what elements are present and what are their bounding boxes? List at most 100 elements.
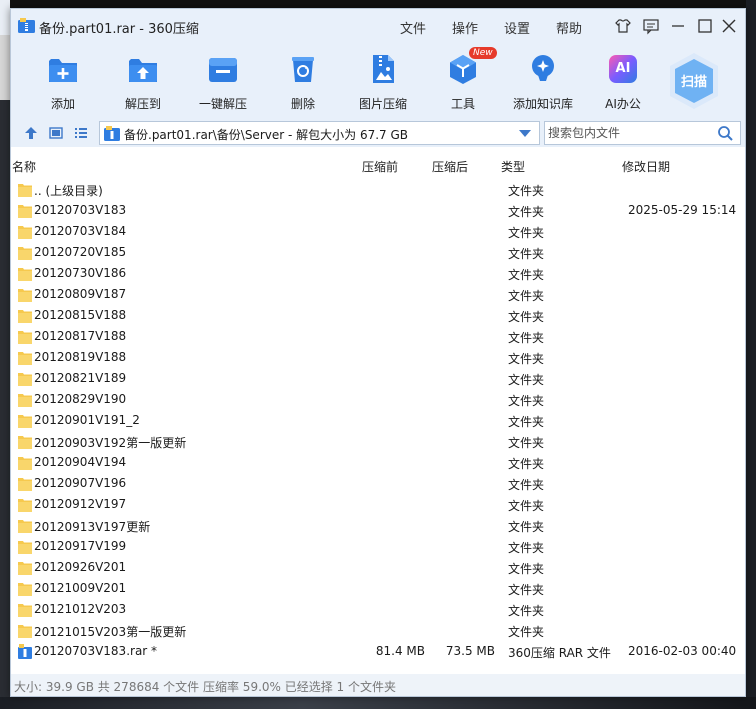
folder-icon — [18, 583, 32, 596]
file-type: 文件夹 — [508, 352, 545, 366]
folder-icon — [18, 226, 32, 239]
column-compressed-before[interactable]: 压缩前 — [362, 158, 398, 175]
list-item[interactable]: 20120819V188 文件夹 — [11, 347, 745, 368]
skin-shirt-icon[interactable] — [613, 16, 633, 36]
list-item[interactable]: 20120901V191_2 文件夹 — [11, 410, 745, 431]
close-icon[interactable] — [719, 16, 739, 36]
folder-icon — [18, 541, 32, 554]
minimize-icon[interactable] — [668, 16, 688, 36]
list-item[interactable]: 20120912V197 文件夹 — [11, 494, 745, 515]
desktop-background-bottom — [0, 697, 756, 709]
address-bar[interactable]: 备份.part01.rar\备份\Server - 解包大小为 67.7 GB — [99, 121, 540, 145]
desktop-background-left — [0, 0, 10, 709]
list-item[interactable]: 20120703V183 文件夹 2025-05-29 15:14 — [11, 200, 745, 221]
folder-icon — [18, 520, 32, 533]
menu-operation[interactable]: 操作 — [452, 18, 478, 37]
list-item[interactable]: 20120817V188 文件夹 — [11, 326, 745, 347]
folder-icon — [18, 394, 32, 407]
list-item[interactable]: 20121012V203 文件夹 — [11, 599, 745, 620]
rar-file-icon — [18, 644, 32, 659]
list-item[interactable]: 20120907V196 文件夹 — [11, 473, 745, 494]
file-type: 文件夹 — [508, 184, 545, 198]
list-item[interactable]: 20120917V199 文件夹 — [11, 536, 745, 557]
one-click-extract-icon — [209, 58, 237, 82]
folder-icon — [18, 625, 32, 638]
column-compressed-after[interactable]: 压缩后 — [432, 158, 468, 175]
menu-file[interactable]: 文件 — [400, 18, 426, 37]
file-name: 20120703V184 — [34, 224, 127, 238]
list-item[interactable]: .. (上级目录) 文件夹 — [11, 179, 745, 200]
folder-icon — [18, 289, 32, 302]
file-type: 文件夹 — [508, 310, 545, 324]
column-type[interactable]: 类型 — [501, 158, 525, 175]
feedback-icon[interactable] — [641, 16, 661, 36]
list-item[interactable]: 20120730V186 文件夹 — [11, 263, 745, 284]
list-item[interactable]: 20120926V201 文件夹 — [11, 557, 745, 578]
list-item[interactable]: 20120821V189 文件夹 — [11, 368, 745, 389]
file-type: 文件夹 — [508, 562, 545, 576]
folder-icon — [18, 184, 32, 197]
menu-settings[interactable]: 设置 — [504, 18, 530, 37]
tools-button[interactable]: New 工具 — [423, 47, 503, 113]
tools-label: 工具 — [450, 97, 475, 111]
maximize-icon[interactable] — [695, 16, 715, 36]
list-item[interactable]: 20120829V190 文件夹 — [11, 389, 745, 410]
up-arrow-icon[interactable] — [24, 126, 38, 140]
file-name: 20120901V191_2 — [34, 413, 140, 427]
list-item[interactable]: 20120903V192第一版更新 文件夹 — [11, 431, 745, 452]
add-label: 添加 — [50, 97, 75, 111]
add-knowledge-base-button[interactable]: 添加知识库 — [503, 49, 583, 113]
address-dropdown-icon[interactable] — [519, 130, 531, 137]
desktop-background-right — [746, 0, 756, 709]
search-icon[interactable] — [717, 125, 734, 142]
image-compress-button[interactable]: 图片压缩 — [343, 49, 423, 113]
folder-icon — [18, 562, 32, 575]
list-item[interactable]: 20120913V197更新 文件夹 — [11, 515, 745, 536]
list-item[interactable]: 20120703V184 文件夹 — [11, 221, 745, 242]
menu-help[interactable]: 帮助 — [556, 18, 582, 37]
knowledge-base-icon — [532, 55, 554, 81]
extract-to-button[interactable]: 解压到 — [103, 49, 183, 113]
folder-icon — [18, 310, 32, 323]
ai-office-button[interactable]: AI AI办公 — [583, 49, 663, 113]
file-name: 20120926V201 — [34, 560, 127, 574]
status-text: 大小: 39.9 GB 共 278684 个文件 压缩率 59.0% 已经选择 … — [14, 680, 397, 694]
column-name[interactable]: 名称 — [12, 158, 36, 175]
add-icon — [49, 59, 77, 82]
list-item[interactable]: 20120809V187 文件夹 — [11, 284, 745, 305]
trash-icon — [292, 57, 314, 82]
address-row: 备份.part01.rar\备份\Server - 解包大小为 67.7 GB — [11, 119, 745, 147]
one-click-extract-button[interactable]: 一键解压 — [183, 49, 263, 113]
delete-button[interactable]: 删除 — [263, 49, 343, 113]
file-type: 文件夹 — [508, 478, 545, 492]
list-item[interactable]: 20120904V194 文件夹 — [11, 452, 745, 473]
scan-label: 扫描 — [680, 75, 707, 90]
column-modified[interactable]: 修改日期 — [622, 158, 670, 175]
file-name: 20121015V203第一版更新 — [34, 625, 187, 639]
archive-window: 备份.part01.rar - 360压缩 文件 操作 设置 帮助 添加 解压到… — [10, 8, 746, 697]
file-name: 20120904V194 — [34, 455, 127, 469]
list-view-icon[interactable] — [74, 126, 88, 140]
list-item[interactable]: 20120703V183.rar * 81.4 MB 73.5 MB 360压缩 RA… — [11, 641, 745, 662]
file-type: 文件夹 — [508, 520, 545, 534]
list-item[interactable]: 20121015V203第一版更新 文件夹 — [11, 620, 745, 641]
search-input[interactable] — [548, 125, 708, 141]
add-button[interactable]: 添加 — [23, 49, 103, 113]
modified-date: 2025-05-29 15:14 — [628, 203, 737, 217]
file-name: 20120809V187 — [34, 287, 127, 301]
list-item[interactable]: 20120720V185 文件夹 — [11, 242, 745, 263]
folder-icon — [18, 604, 32, 617]
file-type: 文件夹 — [508, 583, 545, 597]
file-name: 20120912V197 — [34, 497, 127, 511]
list-item[interactable]: 20120815V188 文件夹 — [11, 305, 745, 326]
file-type: 文件夹 — [508, 604, 545, 618]
thumbnail-view-icon[interactable] — [49, 126, 63, 140]
file-type: 文件夹 — [508, 226, 545, 240]
image-compress-label: 图片压缩 — [358, 97, 407, 111]
folder-icon — [18, 478, 32, 491]
new-badge: New — [469, 47, 497, 59]
scan-button[interactable]: 扫描 — [666, 51, 722, 111]
folder-icon — [18, 499, 32, 512]
list-item[interactable]: 20121009V201 文件夹 — [11, 578, 745, 599]
file-type: 文件夹 — [508, 247, 545, 261]
